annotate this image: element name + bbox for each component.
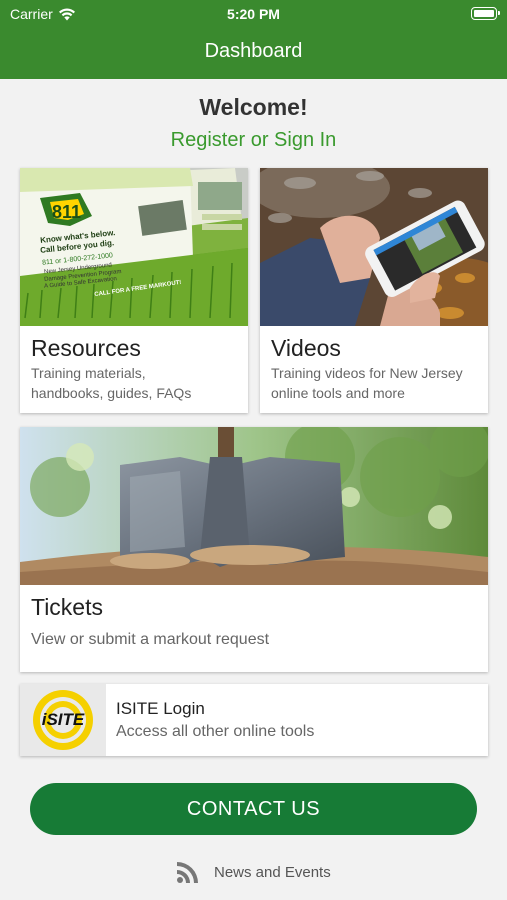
description-line: handbooks, guides, FAQs xyxy=(31,385,192,401)
videos-image xyxy=(260,168,488,326)
battery-icon xyxy=(471,7,500,20)
card-title-isite: ISITE Login xyxy=(116,699,205,718)
status-time: 5:20 PM xyxy=(227,6,280,22)
811-badge: 811 xyxy=(52,202,82,222)
card-description-isite: Access all other online tools xyxy=(116,723,315,740)
card-title-videos: Videos xyxy=(271,335,341,361)
description-line: Training videos for New Jersey xyxy=(271,365,463,381)
news-and-events-link[interactable]: News and Events xyxy=(176,860,331,884)
isite-logo: iSITE xyxy=(20,684,106,756)
tickets-card[interactable]: Tickets View or submit a markout request xyxy=(20,427,488,672)
rss-icon xyxy=(177,862,198,883)
resources-card[interactable]: 811 Know what's below. Call before you d… xyxy=(20,168,248,413)
card-title-resources: Resources xyxy=(31,335,141,361)
tickets-image xyxy=(20,427,488,585)
isite-logo-text: iSITE xyxy=(41,710,85,729)
description-line: online tools and more xyxy=(271,385,405,401)
card-description-videos: Training videos for New Jersey online to… xyxy=(271,363,463,403)
navigation-header: Carrier 5:20 PM Dashboard xyxy=(0,0,507,79)
welcome-heading: Welcome! xyxy=(199,94,308,120)
resources-image: 811 Know what's below. Call before you d… xyxy=(20,168,248,326)
contact-us-button[interactable]: CONTACT US xyxy=(30,783,477,835)
isite-login-card[interactable]: iSITE ISITE Login Access all other onlin… xyxy=(20,684,488,756)
news-and-events-label: News and Events xyxy=(214,863,331,881)
status-bar: Carrier 5:20 PM xyxy=(0,0,507,28)
card-title-tickets: Tickets xyxy=(31,594,103,620)
card-description-tickets: View or submit a markout request xyxy=(31,631,270,648)
description-line: Training materials, xyxy=(31,365,146,381)
card-description-resources: Training materials, handbooks, guides, F… xyxy=(31,363,191,403)
page-title: Dashboard xyxy=(204,40,303,62)
videos-card[interactable]: Videos Training videos for New Jersey on… xyxy=(260,168,488,413)
register-sign-in-link[interactable]: Register or Sign In xyxy=(0,129,507,152)
